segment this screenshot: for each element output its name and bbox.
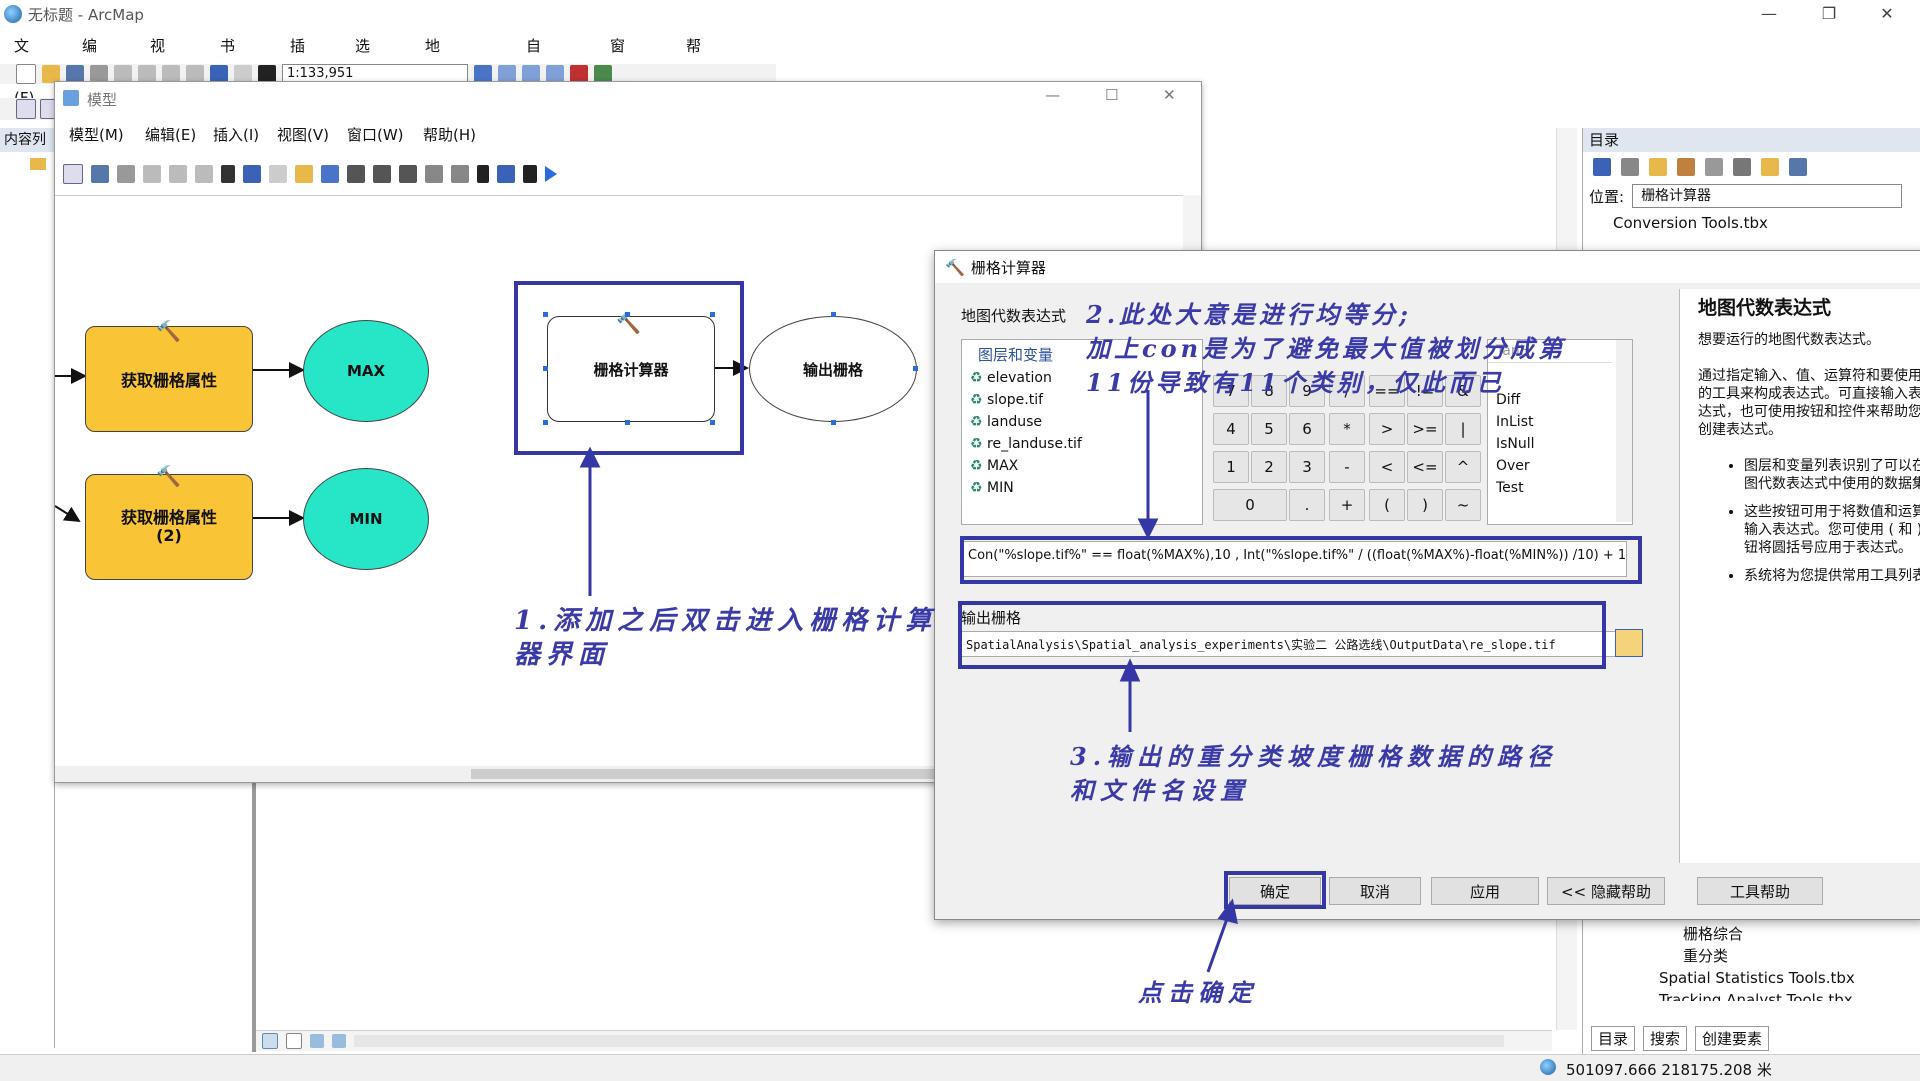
- annotation-step2: 2.此处大意是进行均等分; 加上con是为了避免最大值被划分成第 11份导致有1…: [1086, 300, 1567, 397]
- globe-icon: [1540, 1059, 1556, 1075]
- annotation-step1: 1.添加之后双击进入栅格计算 器界面: [514, 606, 938, 670]
- annotation-arrows: [579, 390, 1238, 973]
- coordinates-readout: 501097.666 218175.208 米: [1566, 1061, 1772, 1079]
- annotation-click-ok: 点击确定: [1138, 978, 1258, 1007]
- status-bar: 501097.666 218175.208 米: [0, 1054, 1920, 1081]
- annotation-step3: 3.输出的重分类坡度栅格数据的路径 和文件名设置: [1070, 742, 1558, 805]
